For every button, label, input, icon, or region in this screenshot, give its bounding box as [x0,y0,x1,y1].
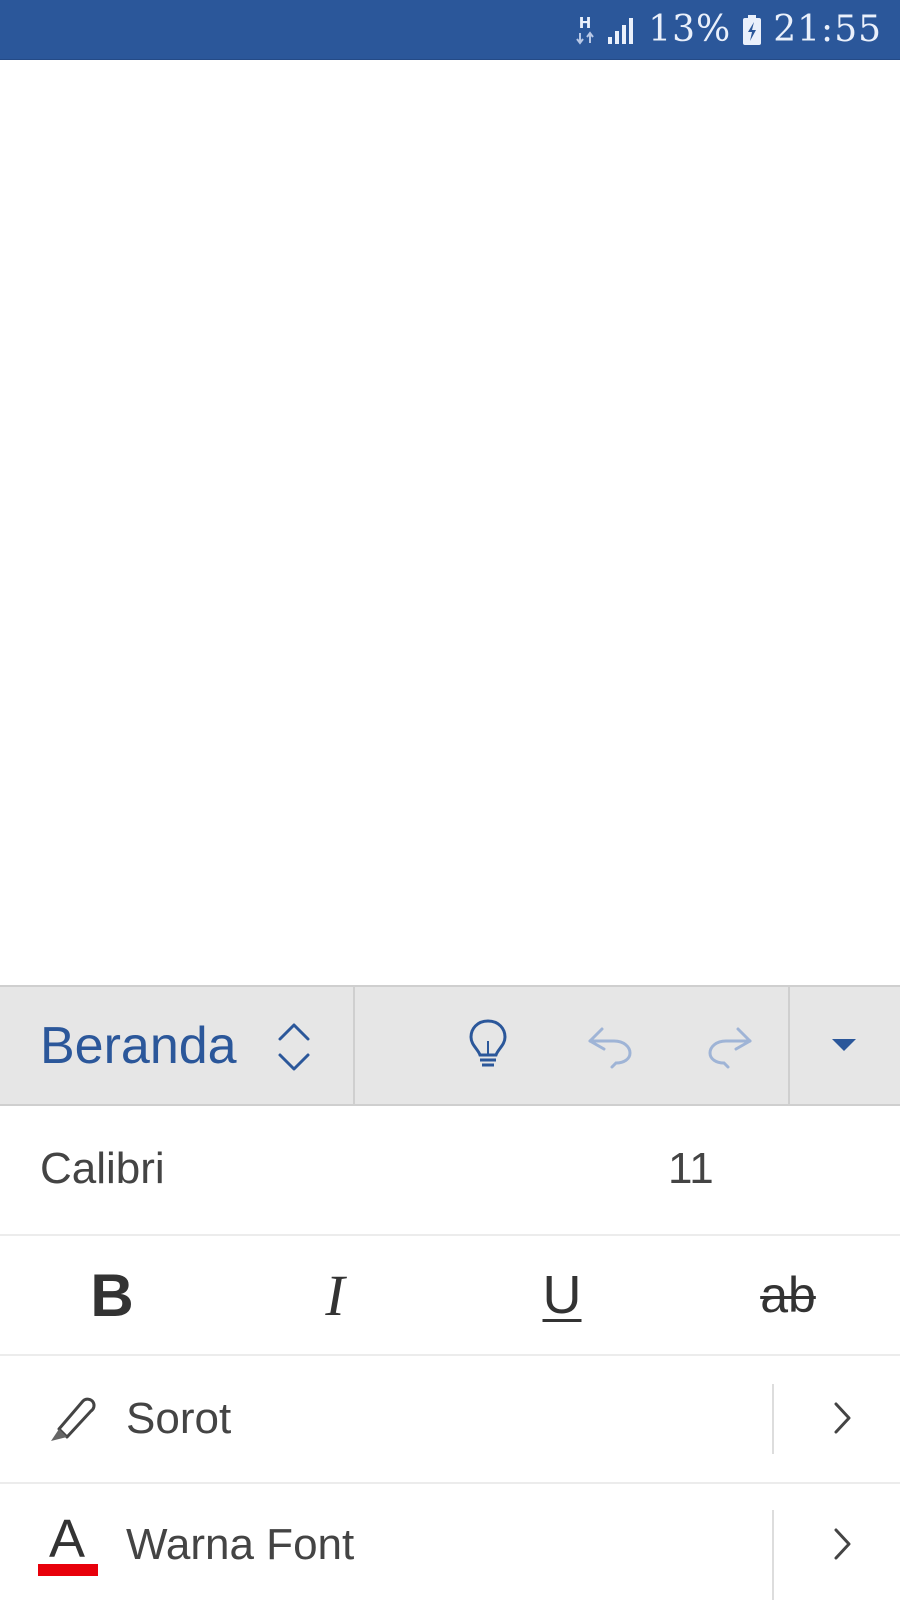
svg-text:H: H [579,14,592,32]
strikethrough-icon: ab [760,1267,816,1323]
collapse-ribbon-icon[interactable] [812,1013,876,1077]
ribbon-tab-label: Beranda [40,1016,237,1075]
bold-button[interactable]: B [57,1250,167,1340]
underline-icon: U [542,1265,582,1325]
font-size-selector[interactable]: 11 [668,1144,714,1194]
highlighter-pen-icon [40,1388,102,1450]
document-canvas[interactable] [0,60,900,985]
battery-charging-icon [741,14,763,46]
signal-strength-icon [606,15,638,45]
network-type-icon: H [574,13,596,47]
text-style-row: B I U ab [0,1236,900,1356]
chevron-right-icon[interactable] [820,1388,864,1448]
highlight-label: Sorot [126,1394,232,1443]
font-color-icon: A [38,1509,102,1580]
row-divider [772,1510,774,1600]
chevron-right-icon[interactable] [820,1514,864,1574]
row-divider [772,1384,774,1454]
lightbulb-icon[interactable] [456,1013,520,1077]
redo-icon[interactable] [698,1013,762,1077]
undo-icon[interactable] [578,1013,642,1077]
ribbon-header: Beranda [0,985,900,1106]
tab-switcher-icon[interactable] [272,1017,316,1077]
status-bar: H 13% 21:55 [0,0,900,60]
font-name-selector[interactable]: Calibri [40,1144,165,1194]
ribbon-divider [353,987,355,1104]
ribbon-divider [788,987,790,1104]
font-color-swatch [38,1564,98,1576]
battery-percent: 13% [648,9,732,50]
clock: 21:55 [773,9,882,50]
formatting-panel: Calibri 11 B I U ab Sorot A Warna Font [0,1106,900,1600]
italic-button[interactable]: I [280,1250,390,1340]
strikethrough-button[interactable]: ab [733,1250,843,1340]
bold-icon: B [90,1261,134,1329]
italic-icon: I [325,1262,345,1328]
font-row: Calibri 11 [0,1106,900,1236]
font-color-label: Warna Font [126,1520,355,1569]
underline-button[interactable]: U [507,1250,617,1340]
font-color-row[interactable]: A Warna Font [0,1484,900,1600]
highlight-row[interactable]: Sorot [0,1356,900,1484]
